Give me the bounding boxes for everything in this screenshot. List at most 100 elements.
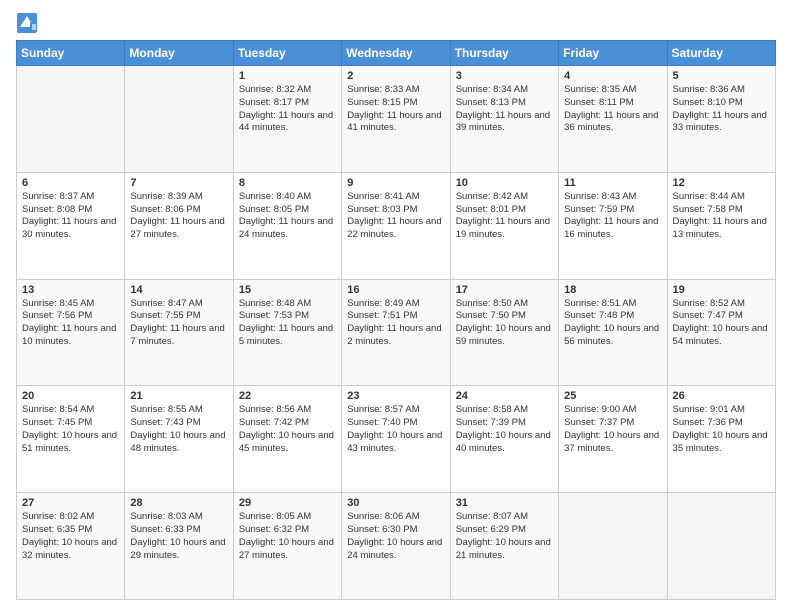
day-number: 24: [456, 390, 553, 402]
day-info: Sunrise: 8:07 AM Sunset: 6:29 PM Dayligh…: [456, 511, 553, 562]
weekday-header-friday: Friday: [559, 41, 667, 66]
day-number: 25: [564, 390, 661, 402]
day-number: 28: [130, 497, 227, 509]
calendar-cell: 19 Sunrise: 8:52 AM Sunset: 7:47 PM Dayli…: [667, 279, 775, 386]
calendar-cell: 23 Sunrise: 8:57 AM Sunset: 7:40 PM Dayli…: [342, 386, 450, 493]
day-info: Sunrise: 8:34 AM Sunset: 8:13 PM Dayligh…: [456, 84, 553, 135]
calendar-cell: 20Sunrise: 8:54 AM Sunset: 7:45 PM Dayli…: [17, 386, 125, 493]
header: [16, 12, 776, 34]
calendar-cell: 8 Sunrise: 8:40 AM Sunset: 8:05 PM Daylig…: [233, 172, 341, 279]
week-row-3: 13 Sunrise: 8:45 AM Sunset: 7:56 PM Dayli…: [17, 279, 776, 386]
logo-icon: [16, 12, 38, 34]
weekday-header-saturday: Saturday: [667, 41, 775, 66]
weekday-header-thursday: Thursday: [450, 41, 558, 66]
weekday-header-sunday: Sunday: [17, 41, 125, 66]
day-info: Sunrise: 8:51 AM Sunset: 7:48 PM Dayligh…: [564, 298, 661, 349]
week-row-1: 1Sunrise: 8:32 AM Sunset: 8:17 PM Daylig…: [17, 66, 776, 173]
calendar-cell: 26Sunrise: 9:01 AM Sunset: 7:36 PM Dayli…: [667, 386, 775, 493]
day-info: Sunrise: 8:45 AM Sunset: 7:56 PM Dayligh…: [22, 298, 119, 349]
calendar-cell: 5 Sunrise: 8:36 AM Sunset: 8:10 PM Daylig…: [667, 66, 775, 173]
logo: [16, 12, 42, 34]
day-info: Sunrise: 8:03 AM Sunset: 6:33 PM Dayligh…: [130, 511, 227, 562]
calendar-cell: 10 Sunrise: 8:42 AM Sunset: 8:01 PM Dayli…: [450, 172, 558, 279]
week-row-5: 27 Sunrise: 8:02 AM Sunset: 6:35 PM Dayli…: [17, 493, 776, 600]
day-number: 23: [347, 390, 444, 402]
calendar-cell: 27 Sunrise: 8:02 AM Sunset: 6:35 PM Dayli…: [17, 493, 125, 600]
calendar-cell: 1Sunrise: 8:32 AM Sunset: 8:17 PM Daylig…: [233, 66, 341, 173]
day-number: 9: [347, 177, 444, 189]
day-info: Sunrise: 8:50 AM Sunset: 7:50 PM Dayligh…: [456, 298, 553, 349]
day-info: Sunrise: 8:54 AM Sunset: 7:45 PM Dayligh…: [22, 404, 119, 455]
day-info: Sunrise: 8:06 AM Sunset: 6:30 PM Dayligh…: [347, 511, 444, 562]
day-info: Sunrise: 8:33 AM Sunset: 8:15 PM Dayligh…: [347, 84, 444, 135]
day-number: 10: [456, 177, 553, 189]
day-info: Sunrise: 8:47 AM Sunset: 7:55 PM Dayligh…: [130, 298, 227, 349]
day-info: Sunrise: 8:40 AM Sunset: 8:05 PM Dayligh…: [239, 191, 336, 242]
calendar-cell: 12Sunrise: 8:44 AM Sunset: 7:58 PM Dayli…: [667, 172, 775, 279]
day-info: Sunrise: 8:58 AM Sunset: 7:39 PM Dayligh…: [456, 404, 553, 455]
calendar-cell: 28 Sunrise: 8:03 AM Sunset: 6:33 PM Dayli…: [125, 493, 233, 600]
day-info: Sunrise: 8:52 AM Sunset: 7:47 PM Dayligh…: [673, 298, 770, 349]
day-number: 26: [673, 390, 770, 402]
weekday-row: SundayMondayTuesdayWednesdayThursdayFrid…: [17, 41, 776, 66]
day-number: 29: [239, 497, 336, 509]
day-number: 1: [239, 70, 336, 82]
calendar-cell: 18 Sunrise: 8:51 AM Sunset: 7:48 PM Dayli…: [559, 279, 667, 386]
weekday-header-wednesday: Wednesday: [342, 41, 450, 66]
day-number: 4: [564, 70, 661, 82]
calendar-cell: 2 Sunrise: 8:33 AM Sunset: 8:15 PM Daylig…: [342, 66, 450, 173]
day-number: 17: [456, 284, 553, 296]
calendar-header: SundayMondayTuesdayWednesdayThursdayFrid…: [17, 41, 776, 66]
calendar-cell: 30Sunrise: 8:06 AM Sunset: 6:30 PM Dayli…: [342, 493, 450, 600]
day-info: Sunrise: 8:43 AM Sunset: 7:59 PM Dayligh…: [564, 191, 661, 242]
calendar-cell: 24 Sunrise: 8:58 AM Sunset: 7:39 PM Dayli…: [450, 386, 558, 493]
calendar-cell: [125, 66, 233, 173]
day-info: Sunrise: 8:48 AM Sunset: 7:53 PM Dayligh…: [239, 298, 336, 349]
calendar-cell: 7Sunrise: 8:39 AM Sunset: 8:06 PM Daylig…: [125, 172, 233, 279]
day-number: 19: [673, 284, 770, 296]
day-info: Sunrise: 8:05 AM Sunset: 6:32 PM Dayligh…: [239, 511, 336, 562]
day-info: Sunrise: 8:49 AM Sunset: 7:51 PM Dayligh…: [347, 298, 444, 349]
weekday-header-monday: Monday: [125, 41, 233, 66]
calendar-cell: 14Sunrise: 8:47 AM Sunset: 7:55 PM Dayli…: [125, 279, 233, 386]
calendar-cell: 11 Sunrise: 8:43 AM Sunset: 7:59 PM Dayli…: [559, 172, 667, 279]
calendar-body: 1Sunrise: 8:32 AM Sunset: 8:17 PM Daylig…: [17, 66, 776, 600]
calendar-cell: 31 Sunrise: 8:07 AM Sunset: 6:29 PM Dayli…: [450, 493, 558, 600]
calendar-cell: [667, 493, 775, 600]
calendar-cell: 4 Sunrise: 8:35 AM Sunset: 8:11 PM Daylig…: [559, 66, 667, 173]
day-info: Sunrise: 8:55 AM Sunset: 7:43 PM Dayligh…: [130, 404, 227, 455]
day-number: 15: [239, 284, 336, 296]
calendar-cell: 6 Sunrise: 8:37 AM Sunset: 8:08 PM Daylig…: [17, 172, 125, 279]
day-info: Sunrise: 8:37 AM Sunset: 8:08 PM Dayligh…: [22, 191, 119, 242]
calendar-cell: 29 Sunrise: 8:05 AM Sunset: 6:32 PM Dayli…: [233, 493, 341, 600]
calendar-cell: 21Sunrise: 8:55 AM Sunset: 7:43 PM Dayli…: [125, 386, 233, 493]
day-number: 6: [22, 177, 119, 189]
day-number: 2: [347, 70, 444, 82]
day-number: 8: [239, 177, 336, 189]
day-number: 31: [456, 497, 553, 509]
day-number: 12: [673, 177, 770, 189]
day-info: Sunrise: 8:42 AM Sunset: 8:01 PM Dayligh…: [456, 191, 553, 242]
calendar-cell: 13 Sunrise: 8:45 AM Sunset: 7:56 PM Dayli…: [17, 279, 125, 386]
weekday-header-tuesday: Tuesday: [233, 41, 341, 66]
calendar-cell: 15 Sunrise: 8:48 AM Sunset: 7:53 PM Dayli…: [233, 279, 341, 386]
day-number: 5: [673, 70, 770, 82]
calendar-table: SundayMondayTuesdayWednesdayThursdayFrid…: [16, 40, 776, 600]
day-info: Sunrise: 8:35 AM Sunset: 8:11 PM Dayligh…: [564, 84, 661, 135]
calendar-cell: 16 Sunrise: 8:49 AM Sunset: 7:51 PM Dayli…: [342, 279, 450, 386]
day-info: Sunrise: 8:41 AM Sunset: 8:03 PM Dayligh…: [347, 191, 444, 242]
day-info: Sunrise: 8:56 AM Sunset: 7:42 PM Dayligh…: [239, 404, 336, 455]
page: SundayMondayTuesdayWednesdayThursdayFrid…: [0, 0, 792, 612]
day-number: 16: [347, 284, 444, 296]
day-info: Sunrise: 8:57 AM Sunset: 7:40 PM Dayligh…: [347, 404, 444, 455]
week-row-2: 6 Sunrise: 8:37 AM Sunset: 8:08 PM Daylig…: [17, 172, 776, 279]
day-number: 11: [564, 177, 661, 189]
week-row-4: 20Sunrise: 8:54 AM Sunset: 7:45 PM Dayli…: [17, 386, 776, 493]
day-info: Sunrise: 8:02 AM Sunset: 6:35 PM Dayligh…: [22, 511, 119, 562]
day-info: Sunrise: 8:36 AM Sunset: 8:10 PM Dayligh…: [673, 84, 770, 135]
calendar-cell: 22Sunrise: 8:56 AM Sunset: 7:42 PM Dayli…: [233, 386, 341, 493]
day-number: 13: [22, 284, 119, 296]
day-number: 27: [22, 497, 119, 509]
day-number: 18: [564, 284, 661, 296]
calendar-cell: 9 Sunrise: 8:41 AM Sunset: 8:03 PM Daylig…: [342, 172, 450, 279]
